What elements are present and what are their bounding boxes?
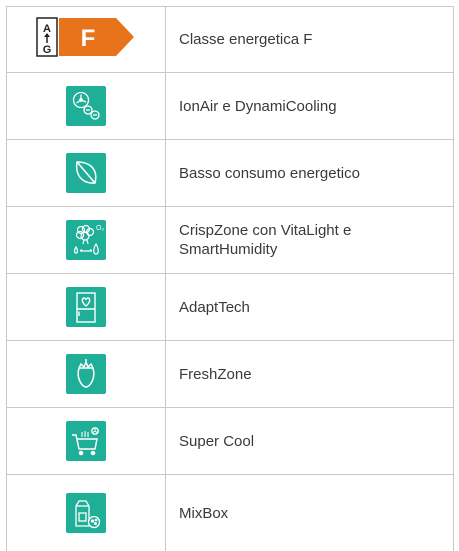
feature-label: Classe energetica F <box>166 7 454 73</box>
milk-cheese-box-icon <box>66 493 106 533</box>
energy-scale-bottom: G <box>43 44 52 56</box>
crisp-vegetable-humidity-icon: O₂ <box>66 220 106 260</box>
feature-label: FreshZone <box>166 341 454 408</box>
feature-icon-cell <box>7 341 166 408</box>
energy-class-label-icon: A G F <box>36 17 136 62</box>
feature-icon-cell: A G F <box>7 7 166 73</box>
svg-text:O₂: O₂ <box>96 225 104 232</box>
feature-row-mixbox: MixBox <box>7 475 454 551</box>
feature-label: AdaptTech <box>166 274 454 341</box>
feature-label: IonAir e DynamiCooling <box>166 73 454 140</box>
feature-icon-cell <box>7 140 166 207</box>
features-table: A G F Classe energetica F <box>6 6 454 551</box>
feature-label: Super Cool <box>166 408 454 475</box>
feature-label: Basso consumo energetico <box>166 140 454 207</box>
feature-icon-cell <box>7 475 166 551</box>
feature-icon-cell <box>7 274 166 341</box>
feature-row-low-energy: Basso consumo energetico <box>7 140 454 207</box>
shopping-cart-cool-icon <box>66 421 106 461</box>
energy-class-arrow <box>59 18 134 56</box>
feature-row-ionair: IonAir e DynamiCooling <box>7 73 454 140</box>
feature-row-super-cool: Super Cool <box>7 408 454 475</box>
feature-row-energy-class: A G F Classe energetica F <box>7 7 454 73</box>
ionair-fan-icon <box>66 86 106 126</box>
feature-icon-cell <box>7 408 166 475</box>
energy-class-letter: F <box>81 25 96 52</box>
strawberry-icon <box>66 354 106 394</box>
feature-row-crispzone: O₂ CrispZone con VitaLight e SmartHumidi… <box>7 207 454 274</box>
leaf-icon <box>66 153 106 193</box>
feature-icon-cell: O₂ <box>7 207 166 274</box>
adapttech-fridge-heart-icon <box>66 287 106 327</box>
feature-row-adapttech: AdaptTech <box>7 274 454 341</box>
feature-label: CrispZone con VitaLight e SmartHumidity <box>166 207 454 274</box>
feature-label: MixBox <box>166 475 454 551</box>
feature-icon-cell <box>7 73 166 140</box>
feature-row-freshzone: FreshZone <box>7 341 454 408</box>
